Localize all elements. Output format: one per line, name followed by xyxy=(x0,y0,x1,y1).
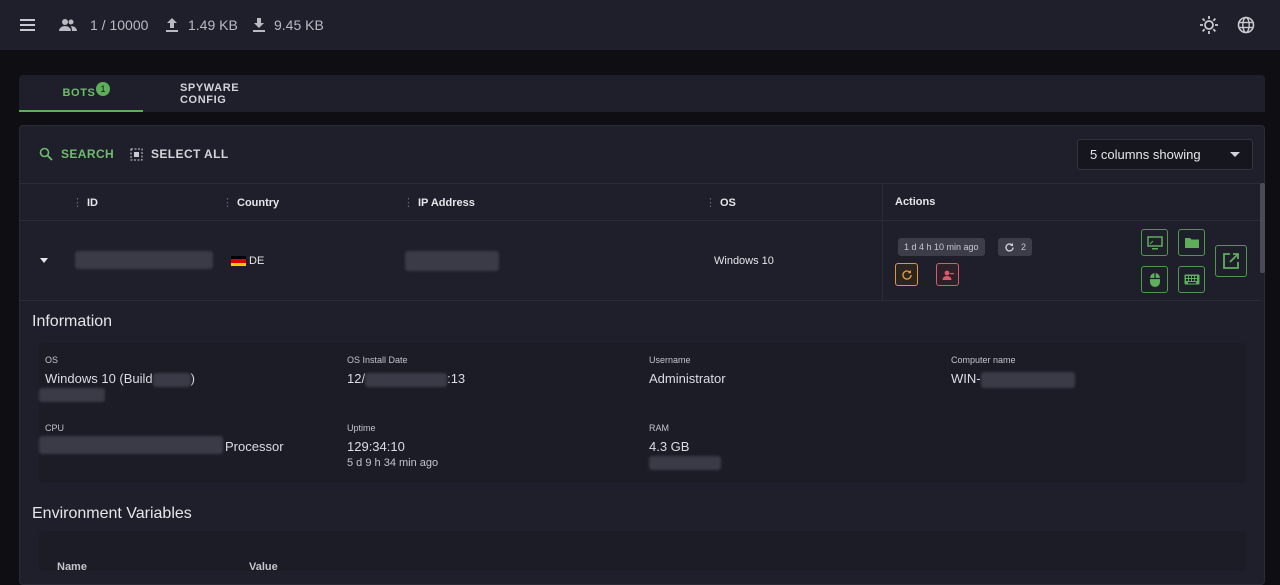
os-extra-redacted xyxy=(39,388,105,402)
uptime-since: 5 d 9 h 34 min ago xyxy=(347,457,439,469)
menu-icon[interactable] xyxy=(18,15,38,35)
search-icon xyxy=(39,147,53,161)
remote-mouse-button[interactable] xyxy=(1141,266,1168,293)
ram-extra-redacted xyxy=(649,456,721,470)
uptime-label: Uptime xyxy=(347,423,376,433)
column-header-id[interactable]: ⋮ ID xyxy=(72,196,98,209)
remote-desktop-button[interactable] xyxy=(1141,229,1168,256)
upload-value: 1.49 KB xyxy=(188,17,238,33)
country-value: DE xyxy=(249,255,265,267)
expand-row-icon[interactable] xyxy=(40,258,48,263)
user-remove-icon xyxy=(942,270,954,280)
username-value: Administrator xyxy=(649,371,726,386)
install-date-value: 12/:13 xyxy=(347,371,466,387)
column-header-actions: Actions xyxy=(895,196,936,208)
column-header-ip[interactable]: ⋮ IP Address xyxy=(403,196,475,209)
computer-name-value: WIN- xyxy=(951,371,1075,388)
os-label: OS xyxy=(45,355,59,365)
upload-icon xyxy=(163,16,181,34)
clients-count: 1 / 10000 xyxy=(90,17,149,33)
bot-id-redacted xyxy=(75,251,213,269)
users-icon xyxy=(58,16,78,34)
ip-address-redacted xyxy=(405,251,499,271)
environment-table: Name Value xyxy=(39,531,1246,573)
computer-name-label: Computer name xyxy=(951,355,1016,365)
computer-name-redacted xyxy=(980,371,1075,388)
download-stat: 9.45 KB xyxy=(250,16,324,34)
last-seen-badge: 1 d 4 h 10 min ago xyxy=(898,238,985,256)
search-button[interactable]: SEARCH xyxy=(39,146,114,162)
mouse-icon xyxy=(1149,272,1160,287)
clients-stat: 1 / 10000 xyxy=(58,16,148,34)
reload-icon xyxy=(901,269,912,280)
cpu-label: CPU xyxy=(45,423,65,433)
tab-bots[interactable]: BOTS xyxy=(19,75,143,112)
table-scrollbar[interactable] xyxy=(1260,183,1265,273)
reconnect-button[interactable] xyxy=(895,263,918,286)
information-box: OS Windows 10 (Build) OS Install Date 12… xyxy=(39,343,1246,483)
remove-user-button[interactable] xyxy=(936,263,959,286)
table-header: ⋮ ID ⋮ Country ⋮ IP Address ⋮ OS Actions xyxy=(20,183,1260,221)
select-all-icon xyxy=(130,148,143,161)
monitor-icon xyxy=(1146,235,1163,249)
theme-toggle-icon[interactable] xyxy=(1199,15,1219,35)
search-label: SEARCH xyxy=(61,147,115,161)
tab-spyware-config[interactable]: SPYWARE CONFIG xyxy=(143,75,267,112)
remote-keyboard-button[interactable] xyxy=(1178,266,1205,293)
download-value: 9.45 KB xyxy=(274,17,324,33)
os-build-value: Windows 10 (Build) xyxy=(45,371,195,387)
file-manager-button[interactable] xyxy=(1178,229,1205,256)
chevron-down-icon xyxy=(1230,152,1240,157)
install-date-label: OS Install Date xyxy=(347,355,408,365)
information-title: Information xyxy=(32,313,113,330)
install-date-redacted xyxy=(365,372,448,387)
language-globe-icon[interactable] xyxy=(1236,15,1256,35)
env-column-name: Name xyxy=(57,561,87,573)
refresh-icon xyxy=(1004,242,1015,253)
germany-flag-icon xyxy=(231,256,246,266)
bots-count-badge: 1 xyxy=(96,82,110,96)
column-header-country[interactable]: ⋮ Country xyxy=(222,196,279,209)
bots-panel: SEARCH SELECT ALL 5 columns showing ⋮ ID … xyxy=(19,125,1265,585)
table-row[interactable]: DE Windows 10 1 d 4 h 10 min ago 2 xyxy=(20,221,1260,301)
tab-bots-label: BOTS xyxy=(62,86,96,99)
open-in-new-icon xyxy=(1223,253,1239,269)
open-external-button[interactable] xyxy=(1215,245,1247,277)
column-header-os[interactable]: ⋮ OS xyxy=(705,196,736,209)
cpu-model-redacted xyxy=(39,436,223,454)
folder-icon xyxy=(1184,238,1199,248)
columns-select[interactable]: 5 columns showing xyxy=(1077,139,1253,170)
reconnect-count-badge: 2 xyxy=(998,238,1033,256)
download-icon xyxy=(250,16,268,34)
os-build-redacted xyxy=(152,372,191,387)
uptime-value: 129:34:10 xyxy=(347,439,405,454)
tab-spyware-label: SPYWARE CONFIG xyxy=(180,81,240,106)
username-label: Username xyxy=(649,355,691,365)
main-tabs: BOTS 1 SPYWARE CONFIG xyxy=(19,75,1265,112)
env-column-value: Value xyxy=(249,561,278,573)
columns-select-value: 5 columns showing xyxy=(1090,147,1201,162)
ram-label: RAM xyxy=(649,423,669,433)
keyboard-icon xyxy=(1184,274,1199,285)
os-value: Windows 10 xyxy=(714,255,774,267)
ram-value: 4.3 GB xyxy=(649,439,690,454)
upload-stat: 1.49 KB xyxy=(163,16,238,34)
environment-title: Environment Variables xyxy=(32,505,192,522)
select-all-button[interactable]: SELECT ALL xyxy=(130,146,229,162)
cpu-value: Processor xyxy=(225,439,284,454)
top-bar: 1 / 10000 1.49 KB 9.45 KB xyxy=(0,0,1280,50)
select-all-label: SELECT ALL xyxy=(151,147,229,161)
